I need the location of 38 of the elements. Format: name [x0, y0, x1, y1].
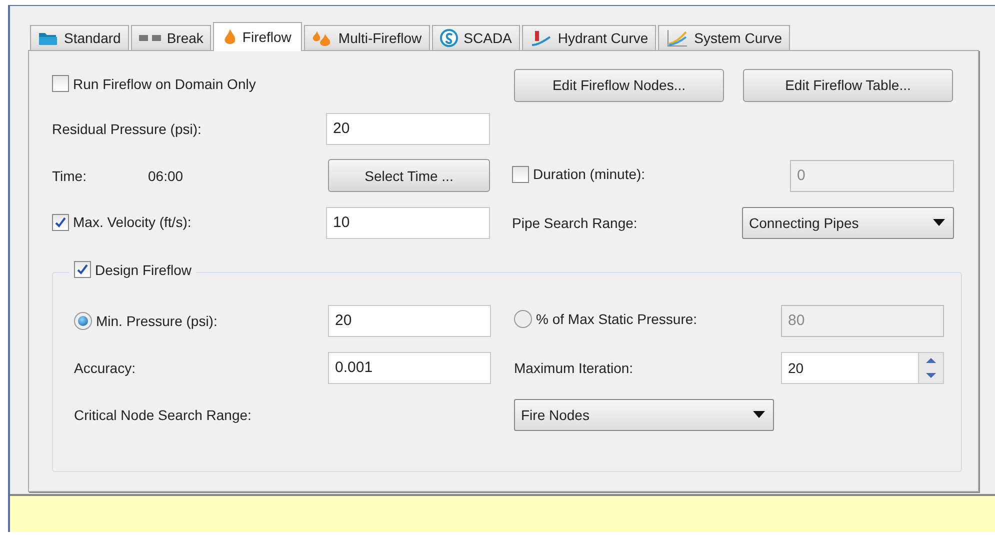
hydrant-icon — [530, 29, 552, 47]
tab[interactable]: SCADA — [432, 25, 520, 50]
tab[interactable]: Standard — [30, 25, 129, 50]
field-label: Critical Node Search Range: — [74, 406, 252, 422]
input-field[interactable]: 20 — [328, 304, 491, 336]
checkbox[interactable] — [52, 214, 69, 230]
checkbox[interactable] — [52, 75, 69, 92]
time-label: Time: — [52, 168, 88, 184]
edit-nodes-button[interactable]: Edit Fireflow Nodes... — [514, 68, 724, 102]
field-label: Accuracy: — [74, 360, 136, 376]
flame-icon — [224, 28, 236, 46]
field-label: Maximum Iteration: — [514, 360, 634, 376]
input-field[interactable]: 20 — [326, 112, 490, 144]
time-value: 06:00 — [148, 168, 184, 184]
checkbox-label[interactable]: Max. Velocity (ft/s): — [52, 214, 192, 230]
dropdown[interactable]: Connecting Pipes — [742, 206, 954, 238]
radio-button[interactable] — [74, 312, 92, 330]
folder-icon — [38, 30, 58, 46]
field-label: Residual Pressure (psi): — [52, 120, 202, 136]
input-field[interactable]: 10 — [326, 206, 490, 238]
tab[interactable]: Break — [130, 25, 212, 50]
tab[interactable]: Fireflow — [213, 22, 302, 51]
pipe-break-icon — [138, 32, 161, 44]
number-spinner[interactable]: 20 — [781, 352, 944, 384]
checkbox[interactable] — [74, 261, 91, 278]
field-label: Pipe Search Range: — [512, 214, 638, 230]
dropdown[interactable]: Fire Nodes — [514, 398, 774, 430]
radio-label[interactable]: Min. Pressure (psi): — [74, 312, 218, 330]
tab[interactable]: Multi-Fireflow — [304, 25, 430, 50]
flames-icon — [312, 29, 332, 47]
edit-table-button[interactable]: Edit Fireflow Table... — [743, 68, 953, 102]
select-time-button[interactable]: Select Time ... — [328, 159, 490, 192]
scada-icon — [440, 29, 458, 47]
chart-curve-icon — [666, 29, 688, 47]
tab[interactable]: System Curve — [658, 25, 790, 50]
checkbox-label[interactable]: Run Fireflow on Domain Only — [52, 75, 256, 92]
input-field[interactable]: 0.001 — [328, 352, 491, 384]
tab[interactable]: Hydrant Curve — [522, 25, 656, 50]
